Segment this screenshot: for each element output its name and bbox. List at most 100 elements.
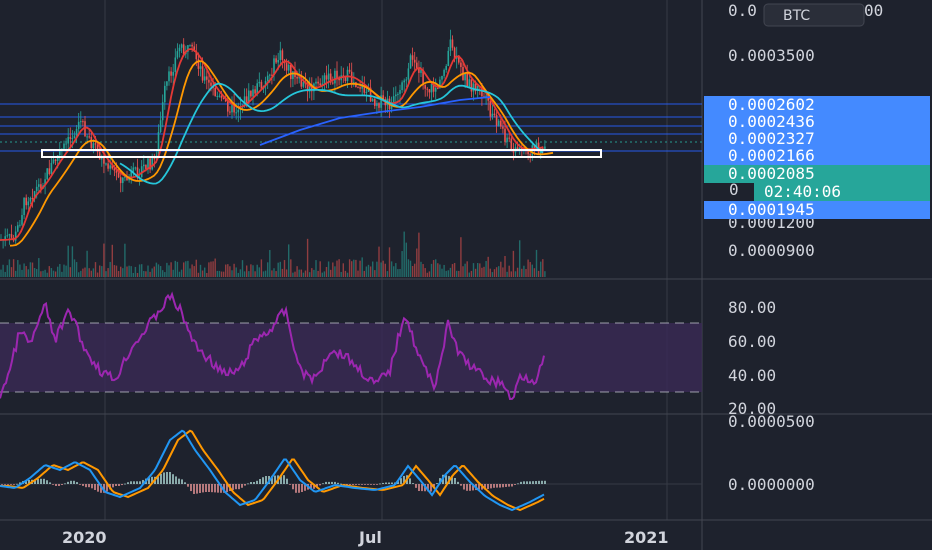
volume-bar — [409, 260, 412, 277]
macd-histogram-bar — [409, 478, 411, 484]
volume-bar — [298, 269, 300, 277]
candle-body — [35, 186, 38, 192]
candle-body — [325, 75, 328, 80]
volume-bar — [403, 231, 405, 277]
macd-histogram-bar — [367, 484, 369, 485]
macd-histogram-bar — [247, 483, 249, 485]
volume-bar — [407, 259, 410, 277]
volume-bar — [86, 250, 88, 277]
macd-histogram-bar — [16, 483, 18, 485]
volume-bar — [38, 258, 40, 277]
axis-tick-0000900: 0.0000900 — [728, 241, 815, 260]
volume-bar — [6, 265, 8, 277]
volume-bar — [250, 264, 252, 277]
macd-histogram-bar — [544, 480, 546, 484]
candle-body — [65, 143, 67, 145]
volume-bar — [185, 261, 187, 277]
volume-bar — [218, 270, 221, 277]
volume-bar — [122, 268, 124, 277]
candle-body — [529, 154, 531, 156]
candle-body — [216, 95, 219, 97]
macd-histogram-bar — [541, 480, 543, 484]
candle-body — [23, 197, 25, 216]
volume-bar — [321, 272, 323, 277]
volume-bar — [63, 264, 65, 277]
volume-bar — [36, 269, 38, 277]
candle-body — [334, 70, 336, 84]
volume-bar — [332, 262, 334, 277]
candle-body — [371, 99, 374, 102]
trading-chart[interactable]: 0.0 BTC 00 0.0003500 0.0001200 0.0000900… — [0, 0, 932, 550]
macd-histogram-bar — [79, 484, 81, 485]
volume-bar — [393, 266, 395, 277]
volume-bar — [516, 267, 519, 277]
volume-bar — [33, 267, 36, 277]
volume-bar — [227, 264, 229, 277]
candle-body — [277, 59, 279, 63]
volume-bar — [529, 262, 531, 277]
candle-body — [82, 121, 84, 123]
candle-body — [29, 198, 32, 202]
volume-bar — [82, 268, 84, 277]
volume-bar — [120, 266, 122, 277]
candle-body — [73, 135, 76, 139]
volume-bar — [405, 242, 407, 277]
macd-histogram-bar — [52, 484, 54, 485]
volume-bar — [302, 272, 305, 277]
volume-bar — [172, 269, 174, 277]
macd-histogram-bar — [352, 484, 354, 485]
macd-histogram-bar — [469, 484, 471, 491]
volume-bar — [0, 269, 2, 277]
candle-body — [250, 90, 252, 97]
volume-bar — [464, 263, 466, 277]
volume-bar — [355, 259, 357, 277]
macd-histogram-bar — [523, 481, 525, 484]
volume-bar — [260, 259, 263, 277]
price-tags: 0.00026020.00024360.00023270.00021660.00… — [704, 95, 930, 219]
macd-histogram-bar — [58, 484, 60, 486]
candle-body — [237, 109, 240, 113]
candle-body — [357, 87, 359, 89]
macd-histogram-bar — [139, 481, 141, 484]
volume-bar — [533, 268, 536, 277]
macd-histogram-bar — [532, 481, 534, 484]
macd-histogram-bar — [499, 484, 501, 488]
volume-bar — [164, 272, 166, 277]
candle-body — [269, 74, 271, 76]
volume-bar — [206, 272, 208, 277]
macd-histogram-bar — [205, 484, 207, 492]
volume-bar — [155, 262, 158, 277]
candle-body — [199, 66, 202, 69]
candle-body — [166, 81, 168, 86]
candle-body — [119, 177, 122, 184]
macd-histogram-bar — [325, 481, 327, 484]
candle-body — [359, 87, 361, 89]
volume-bar — [78, 272, 80, 277]
macd-histogram-bar — [493, 484, 495, 488]
volume-bar — [136, 272, 139, 277]
volume-bar — [12, 259, 15, 277]
volume-bar — [374, 270, 376, 277]
candle-body — [296, 77, 298, 79]
macd-histogram-bar — [238, 484, 240, 490]
macd-histogram-bar — [49, 482, 51, 484]
macd-histogram-bar — [127, 482, 129, 484]
volume-bar — [430, 263, 433, 277]
volume-bar — [199, 264, 202, 277]
volume-bar — [233, 263, 235, 277]
candle-body — [292, 71, 294, 80]
volume-bar — [418, 232, 420, 277]
volume-bar — [149, 271, 151, 277]
candle-body — [189, 44, 191, 46]
volume-bar — [252, 265, 254, 277]
candle-body — [374, 99, 376, 106]
candle-body — [403, 80, 405, 83]
candle-body — [466, 73, 468, 88]
macd-histogram-bar — [10, 484, 12, 485]
symbol-badge[interactable] — [763, 3, 865, 27]
candle-body — [201, 66, 204, 81]
volume-bar — [138, 264, 141, 277]
volume-bar — [353, 259, 355, 277]
macd-histogram-bar — [283, 475, 285, 484]
macd-histogram-bar — [364, 484, 366, 485]
